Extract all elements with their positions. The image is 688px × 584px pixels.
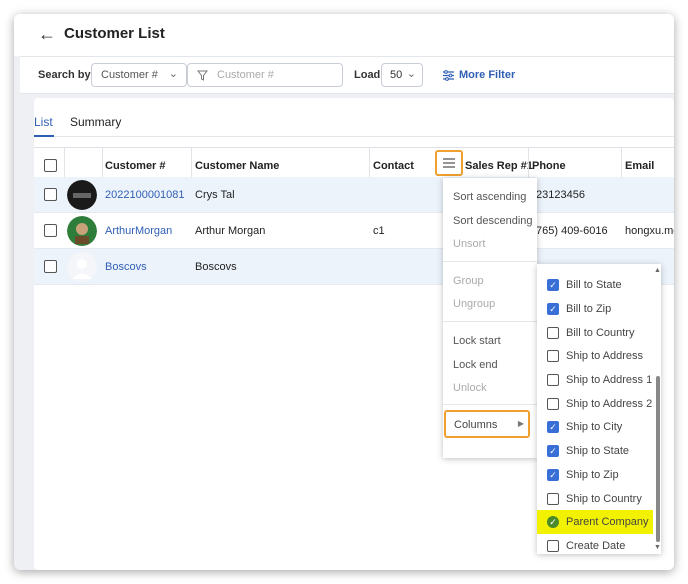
customer-no-link[interactable]: 2022100001081 (105, 177, 185, 212)
search-input[interactable]: Customer # (187, 63, 343, 87)
menu-lock-end[interactable]: Lock end (453, 359, 498, 371)
customer-no-link[interactable]: ArthurMorgan (105, 213, 172, 248)
column-option[interactable]: Create Date (537, 534, 653, 558)
menu-divider (443, 321, 537, 322)
search-field-value: Customer # (101, 69, 158, 81)
load-select[interactable]: 50 ⌄ (381, 63, 423, 87)
load-value: 50 (390, 69, 403, 81)
checkbox (547, 398, 559, 410)
phone-value: 23123456 (536, 188, 585, 201)
row-checkbox[interactable] (44, 224, 57, 237)
scrollbar-thumb[interactable] (656, 376, 660, 542)
column-option[interactable]: Ship to Address 1 (537, 368, 653, 392)
checkbox (547, 374, 559, 386)
customer-name: Boscovs (195, 260, 237, 273)
chevron-down-icon: ⌄ (168, 68, 178, 80)
chevron-right-icon: ▶ (517, 419, 524, 428)
menu-lock-start[interactable]: Lock start (453, 335, 501, 347)
row-checkbox[interactable] (44, 188, 57, 201)
menu-columns[interactable]: Columns ▶ (444, 410, 530, 438)
search-placeholder: Customer # (217, 69, 274, 81)
columns-submenu: ✓ Bill to State ✓ Bill to Zip Bill to Coun… (537, 264, 661, 554)
search-by-label: Search by (38, 69, 91, 81)
checkbox (547, 540, 559, 552)
arrow-left-icon[interactable]: ← (38, 24, 56, 45)
check-icon: ✓ (547, 421, 559, 433)
scroll-up-icon[interactable]: ▲ (654, 267, 661, 274)
customer-name: Crys Tal (195, 188, 235, 201)
more-filter-button[interactable]: More Filter (443, 69, 515, 81)
active-tab-indicator (34, 135, 54, 137)
column-option[interactable]: Ship to Address (537, 344, 653, 368)
column-context-menu: Sort ascending Sort descending Unsort Gr… (443, 178, 537, 458)
columns-scrollbar[interactable]: ▲ ▼ (654, 264, 661, 554)
tab-list[interactable]: List (34, 115, 53, 129)
top-bar: ← Customer List (14, 14, 674, 56)
menu-sort-ascending[interactable]: Sort ascending (453, 191, 526, 203)
contact-value: c1 (373, 224, 385, 237)
checkbox (547, 327, 559, 339)
checkbox (547, 350, 559, 362)
column-option[interactable]: ✓ Ship to State (537, 439, 653, 463)
column-option[interactable]: Bill to Country (537, 321, 653, 345)
chevron-down-icon: ⌄ (406, 68, 416, 80)
email-value: hongxu.me (625, 224, 674, 237)
customer-name: Arthur Morgan (195, 224, 266, 237)
column-option[interactable]: Ship to Address 2 (537, 392, 653, 416)
column-option-parent-company[interactable]: ✓ Parent Company (537, 510, 653, 534)
check-icon: ✓ (547, 469, 559, 481)
menu-divider (443, 261, 537, 262)
phone-value: 765) 409-6016 (536, 224, 608, 237)
avatar (67, 251, 97, 282)
search-field-select[interactable]: Customer # ⌄ (91, 63, 187, 87)
more-filter-label: More Filter (459, 69, 516, 81)
customer-no-link[interactable]: Boscovs (105, 249, 147, 284)
menu-group: Group (453, 275, 484, 287)
search-bar: Search by Customer # ⌄ Customer # Load 5… (20, 56, 674, 94)
menu-ungroup: Ungroup (453, 298, 496, 310)
checkbox (547, 493, 559, 505)
check-icon: ✓ (547, 279, 559, 291)
menu-unsort: Unsort (453, 238, 486, 250)
menu-divider (443, 404, 537, 405)
scroll-down-icon[interactable]: ▼ (654, 544, 661, 551)
column-menu-button[interactable] (435, 150, 463, 176)
app-window: ← Customer List Search by Customer # ⌄ C… (14, 14, 674, 570)
menu-sort-descending[interactable]: Sort descending (453, 215, 533, 227)
column-option[interactable]: ✓ Bill to Zip (537, 297, 653, 321)
filter-icon (197, 70, 208, 81)
column-option[interactable]: ✓ Bill to State (537, 273, 653, 297)
check-icon: ✓ (547, 516, 559, 528)
column-option[interactable]: ✓ Ship to City (537, 415, 653, 439)
check-icon: ✓ (547, 303, 559, 315)
menu-unlock: Unlock (453, 382, 487, 394)
table-row[interactable]: ArthurMorgan Arthur Morgan c1 765) 409-6… (34, 213, 674, 249)
menu-columns-label: Columns (454, 419, 498, 431)
hamburger-menu-icon (443, 158, 455, 168)
column-option[interactable]: Ship to Country (537, 487, 653, 511)
row-checkbox[interactable] (44, 260, 57, 273)
load-label: Load (354, 69, 381, 81)
table-row[interactable]: 2022100001081 Crys Tal 23123456 (34, 177, 674, 213)
page-title: Customer List (64, 25, 165, 42)
avatar (67, 215, 97, 246)
tab-bar: List Summary (34, 98, 674, 137)
check-icon: ✓ (547, 445, 559, 457)
column-option[interactable]: ✓ Ship to Zip (537, 463, 653, 487)
sliders-icon (443, 69, 454, 81)
tab-summary[interactable]: Summary (70, 115, 121, 129)
select-all-checkbox[interactable] (44, 159, 57, 172)
avatar (67, 179, 97, 210)
customer-grid: Customer # Customer Name Contact Sales R… (34, 147, 674, 285)
